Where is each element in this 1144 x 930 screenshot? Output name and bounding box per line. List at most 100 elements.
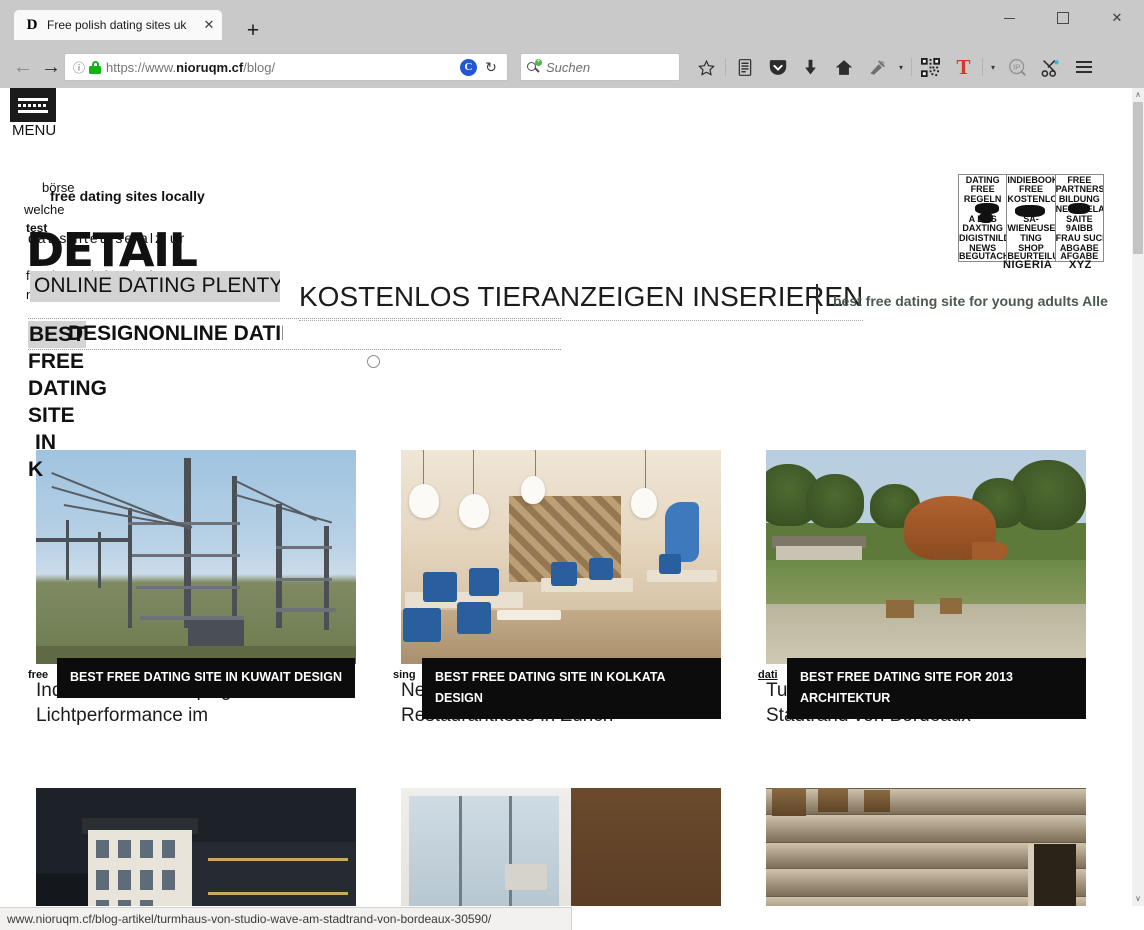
forward-icon[interactable]: → <box>36 46 66 88</box>
url-text: https://www.nioruqm.cf/blog/ <box>106 60 460 75</box>
title-bar: D Free polish dating sites uk ✕ + ✕ <box>0 0 1144 42</box>
link-tooltip: BEST FREE DATING SITE FOR 2013 ARCHITEKT… <box>787 658 1086 719</box>
junk-text-locally: free dating sites locally <box>50 188 205 204</box>
nav-line[interactable]: PARTNERSUCHE <box>1056 184 1103 194</box>
nav-line[interactable]: DIGISTNILDA <box>959 233 1006 243</box>
right-nav-column-3: FREE PARTNERSUCHE BILDUNG NEUSEELAND SAI… <box>1056 175 1103 261</box>
browser-chrome: D Free polish dating sites uk ✕ + ✕ ← → … <box>0 0 1144 88</box>
library-icon[interactable] <box>728 46 761 88</box>
right-nav-grid: DATING FREE REGELN AB A BOS DAXTING DIGI… <box>958 174 1104 262</box>
menu-button[interactable] <box>10 88 56 122</box>
nav-line[interactable]: WIENEUSE <box>1007 223 1054 233</box>
nav-line[interactable]: FREE <box>1007 184 1054 194</box>
article-thumbnail[interactable] <box>36 788 356 906</box>
article-row: free Industrietone in Leipzig: Musik- un… <box>28 450 1088 728</box>
search-bar[interactable]: + Suchen <box>520 53 680 81</box>
article-thumbnail[interactable] <box>766 450 1086 664</box>
divider <box>816 284 818 314</box>
ink-blob <box>1015 205 1046 217</box>
article-card[interactable] <box>36 788 356 906</box>
page-title: KOSTENLOS TIERANZEIGEN INSERIEREN <box>299 281 864 321</box>
browser-tab[interactable]: D Free polish dating sites uk ✕ <box>14 10 222 40</box>
article-thumbnail[interactable] <box>401 450 721 664</box>
divider <box>982 58 983 76</box>
status-url: www.nioruqm.cf/blog-artikel/turmhaus-von… <box>7 912 492 926</box>
article-row <box>36 788 1088 906</box>
left-stack-line: SITE <box>28 404 75 427</box>
home-icon[interactable] <box>827 46 860 88</box>
link-tooltip: BEST FREE DATING SITE IN KOLKATA DESIGN <box>422 658 721 719</box>
url-domain: nioruqm.cf <box>176 59 244 75</box>
junk-text-welche: welche <box>24 202 65 217</box>
article-card[interactable] <box>401 788 721 906</box>
nav-footer-nigeria[interactable]: NIGERIA <box>1003 259 1052 271</box>
right-nav-column-1: DATING FREE REGELN AB A BOS DAXTING DIGI… <box>959 175 1008 261</box>
page-subtitle: best free dating site for young adults A… <box>833 293 1108 309</box>
ink-blob <box>1067 203 1090 214</box>
left-stack-line: FREE <box>28 350 85 373</box>
site-info-icon[interactable]: ⓘ <box>71 59 87 76</box>
close-window-button[interactable]: ✕ <box>1090 0 1144 36</box>
article-thumbnail[interactable] <box>401 788 721 906</box>
inline-overlay-link[interactable]: DESIGNONLINE DATING SU <box>68 322 283 346</box>
nav-line[interactable]: DAXTING <box>959 223 1006 233</box>
nav-line[interactable]: KOSTENLOS <box>1007 194 1054 204</box>
app-menu-icon[interactable] <box>1067 46 1100 88</box>
container-tab-icon[interactable]: C <box>460 58 477 76</box>
bookmark-star-icon[interactable] <box>690 46 723 88</box>
close-icon[interactable]: ✕ <box>200 16 218 34</box>
chevron-down-icon[interactable]: ▾ <box>893 46 909 88</box>
scroll-up-icon[interactable]: ∧ <box>1132 88 1144 102</box>
chevron-down-icon[interactable]: ▾ <box>985 46 1001 88</box>
maximize-button[interactable] <box>1036 0 1090 36</box>
tab-title: Free polish dating sites uk <box>47 18 187 32</box>
nav-line[interactable]: 9AIBB <box>1056 223 1103 233</box>
toolbar-icons: ▾ T ▾ IP <box>690 46 1144 88</box>
window-controls: ✕ <box>982 0 1144 36</box>
url-path: /blog/ <box>243 59 276 75</box>
nav-line[interactable]: TING <box>1007 233 1054 243</box>
svg-text:IP: IP <box>1013 62 1020 71</box>
qr-code-icon[interactable] <box>914 46 947 88</box>
article-card[interactable]: dati Turmhaus von Studio Wave am Stadtra… <box>758 450 1086 728</box>
back-icon[interactable]: ← <box>8 46 38 88</box>
nav-line[interactable]: FRAU SUCHE <box>1056 233 1103 243</box>
minimize-button[interactable] <box>982 0 1036 36</box>
radio-button[interactable] <box>367 355 380 368</box>
reload-icon[interactable]: ↻ <box>481 59 501 76</box>
clip-tool-icon[interactable] <box>1034 46 1067 88</box>
right-nav-column-2: INDIEBOOK FREE KOSTENLOS BILD SA- WIENEU… <box>1007 175 1056 261</box>
status-bar: www.nioruqm.cf/blog-artikel/turmhaus-von… <box>0 907 572 930</box>
address-bar[interactable]: ⓘ https://www.nioruqm.cf/blog/ C ↻ <box>64 53 508 81</box>
article-grid: free Industrietone in Leipzig: Musik- un… <box>28 450 1088 906</box>
new-tab-button[interactable]: + <box>243 20 263 42</box>
lock-icon <box>89 60 101 74</box>
link-tooltip: BEST FREE DATING SITE IN KUWAIT DESIGN <box>57 658 356 698</box>
downloads-icon[interactable] <box>794 46 827 88</box>
nav-line[interactable]: BEGUTACHTEN <box>959 251 1006 261</box>
article-thumbnail[interactable] <box>766 788 1086 906</box>
highlighted-link-online-dating[interactable]: ONLINE DATING PLENTY MORE <box>30 271 280 302</box>
pocket-icon[interactable] <box>761 46 794 88</box>
search-icon: + <box>527 59 542 74</box>
card-small-label[interactable]: dati <box>758 669 778 681</box>
article-card[interactable] <box>766 788 1086 906</box>
nav-line[interactable]: FREE <box>959 184 1006 194</box>
card-small-label[interactable]: sing <box>393 669 416 681</box>
ip-lookup-icon[interactable]: IP <box>1001 46 1034 88</box>
scrollbar-thumb[interactable] <box>1133 102 1143 254</box>
vertical-scrollbar[interactable]: ∧ ∨ <box>1132 88 1144 906</box>
article-card[interactable]: free Industrietone in Leipzig: Musik- un… <box>28 450 356 728</box>
url-prefix: https://www. <box>106 59 177 75</box>
nav-footer-xyz[interactable]: XYZ <box>1069 259 1092 271</box>
addon-puzzle-icon[interactable] <box>860 46 893 88</box>
page-viewport: börse free dating sites locally welche t… <box>0 88 1132 906</box>
left-stack-line: IN <box>35 431 56 454</box>
text-tool-icon[interactable]: T <box>947 46 980 88</box>
divider <box>911 58 912 76</box>
menu-label: MENU <box>12 122 57 139</box>
site-logo[interactable]: DETAIL <box>26 227 198 273</box>
card-small-label[interactable]: free <box>28 669 48 681</box>
scroll-down-icon[interactable]: ∨ <box>1132 892 1144 906</box>
article-card[interactable]: sing Neues Design für panasiatische Rest… <box>393 450 721 728</box>
